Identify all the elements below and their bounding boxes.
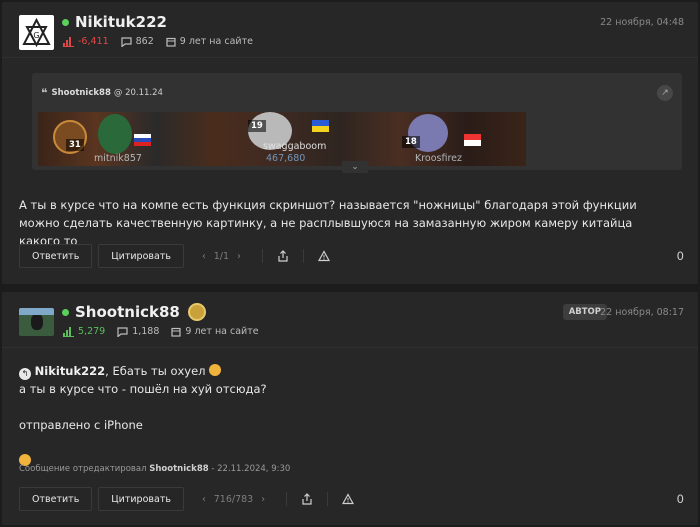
- message-icon: [121, 36, 132, 47]
- quote-icon: ❝: [41, 86, 48, 100]
- username-text: Nikituk222: [75, 13, 167, 31]
- post: G Nikituk222 -6,411 862 9 лет на сайте 2…: [2, 2, 698, 284]
- post-text: , Ебать ты охуел: [105, 364, 206, 378]
- membership-value: 9 лет на сайте: [179, 36, 253, 47]
- calendar-icon: [166, 37, 176, 47]
- pager-position: 716/783: [213, 493, 254, 505]
- mention-link[interactable]: Nikituk222: [35, 364, 106, 378]
- svg-text:G: G: [33, 31, 39, 40]
- username[interactable]: Shootnick88: [62, 303, 206, 321]
- divider: [302, 249, 304, 263]
- player-name: Kroosfirez: [415, 153, 463, 164]
- share-icon[interactable]: [276, 249, 290, 263]
- quote-button[interactable]: Цитировать: [98, 487, 184, 511]
- flag-ukraine-icon: [312, 120, 329, 132]
- reputation: -6,411: [63, 36, 109, 47]
- pager-prev-icon[interactable]: ‹: [202, 251, 206, 262]
- messages-value: 862: [135, 36, 154, 47]
- quoted-screenshot-image[interactable]: 31 19 18 mitnik857 swaggaboom 467,680 Kr…: [38, 112, 526, 166]
- post-date[interactable]: 22 ноября, 08:17: [600, 307, 684, 318]
- player-portrait: [98, 114, 132, 154]
- online-indicator: [62, 308, 69, 316]
- reply-button[interactable]: Ответить: [19, 244, 93, 268]
- post-date[interactable]: 22 ноября, 04:48: [600, 17, 684, 28]
- edit-note-user[interactable]: Shootnick88: [149, 464, 208, 474]
- avatar[interactable]: G: [19, 15, 54, 50]
- reply-arrow-icon: ↰: [19, 368, 31, 380]
- pager-next-icon[interactable]: ›: [237, 251, 241, 262]
- membership: 9 лет на сайте: [171, 326, 259, 337]
- reputation-icon: [63, 36, 74, 47]
- reputation-value: -6,411: [78, 36, 109, 47]
- reputation-value: 5,279: [78, 326, 106, 337]
- player-score: 467,680: [266, 153, 306, 164]
- player-name: mitnik857: [94, 153, 142, 164]
- divider: [261, 249, 263, 263]
- player-level: 18: [402, 136, 420, 148]
- messages-count: 1,188: [117, 326, 159, 337]
- expand-quote-chevron-icon[interactable]: ⌄: [342, 161, 368, 173]
- player-level: 19: [248, 120, 266, 132]
- online-indicator: [62, 18, 69, 26]
- go-to-quote-icon[interactable]: ↗: [657, 85, 673, 101]
- reputation-icon: [63, 326, 74, 337]
- post: Shootnick88 5,279 1,188 9 лет на сайте А…: [2, 292, 698, 525]
- post-line: ↰ Nikituk222, Ебать ты охуел: [19, 362, 267, 380]
- emoji-icon: [209, 364, 222, 376]
- post-header: Shootnick88 5,279 1,188 9 лет на сайте А…: [2, 292, 698, 348]
- edit-note-prefix: Сообщение отредактировал: [19, 464, 147, 474]
- divider: [327, 492, 329, 506]
- messages-value: 1,188: [132, 326, 160, 337]
- report-warning-icon[interactable]: [317, 249, 331, 263]
- player-name: swaggaboom: [263, 141, 327, 152]
- message-icon: [117, 326, 128, 337]
- reply-button[interactable]: Ответить: [19, 487, 93, 511]
- avatar-sky: [19, 308, 54, 315]
- pager-next-icon[interactable]: ›: [261, 494, 265, 505]
- username[interactable]: Nikituk222: [62, 13, 167, 31]
- membership: 9 лет на сайте: [166, 36, 253, 47]
- post-pager: ‹ 1/1 ›: [198, 251, 245, 262]
- quote-header: ❝ Shootnick88 @ 20.11.24: [41, 86, 163, 100]
- flag-russia-icon: [134, 134, 151, 146]
- pager-position: 1/1: [213, 250, 230, 262]
- user-stats: 5,279 1,188 9 лет на сайте: [63, 326, 271, 337]
- calendar-icon: [171, 327, 182, 337]
- masonic-logo-icon: G: [22, 17, 51, 48]
- post-text: а ты в курсе что - пошёл на хуй отсюда?: [19, 382, 267, 396]
- messages-count: 862: [121, 36, 154, 47]
- quote-date: @ 20.11.24: [113, 88, 163, 98]
- like-count: 0: [676, 249, 684, 263]
- quote-button[interactable]: Цитировать: [98, 244, 184, 268]
- post-actions: Ответить Цитировать ‹ 716/783 › 0: [19, 487, 684, 511]
- avatar[interactable]: [19, 308, 54, 336]
- post-header: G Nikituk222 -6,411 862 9 лет на сайте 2…: [2, 2, 698, 58]
- like-count: 0: [676, 492, 684, 506]
- post-text: отправлено с iPhone: [19, 418, 143, 432]
- user-stats: -6,411 862 9 лет на сайте: [63, 36, 265, 47]
- flag-red-white-icon: [464, 134, 481, 146]
- edit-note-time: - 22.11.2024, 9:30: [211, 464, 291, 474]
- pager-prev-icon[interactable]: ‹: [202, 494, 206, 505]
- post-body: А ты в курсе что на компе есть функция с…: [19, 198, 637, 248]
- membership-value: 9 лет на сайте: [185, 326, 259, 337]
- post-pager: ‹ 716/783 ›: [198, 494, 269, 505]
- report-warning-icon[interactable]: [341, 492, 355, 506]
- player-level: 31: [66, 139, 84, 151]
- edit-note: Сообщение отредактировал Shootnick88 - 2…: [19, 464, 290, 474]
- post-body: ↰ Nikituk222, Ебать ты охуел а ты в курс…: [19, 362, 267, 470]
- quote-block: ❝ Shootnick88 @ 20.11.24 ↗ 31 19 18 mitn…: [32, 73, 682, 173]
- divider: [286, 492, 288, 506]
- award-badge-icon[interactable]: [187, 303, 206, 321]
- reputation: 5,279: [63, 326, 105, 337]
- username-text: Shootnick88: [75, 303, 180, 321]
- post-actions: Ответить Цитировать ‹ 1/1 › 0: [19, 244, 684, 268]
- avatar-figure: [31, 314, 43, 330]
- share-icon[interactable]: [300, 492, 314, 506]
- quote-author[interactable]: Shootnick88: [51, 88, 110, 98]
